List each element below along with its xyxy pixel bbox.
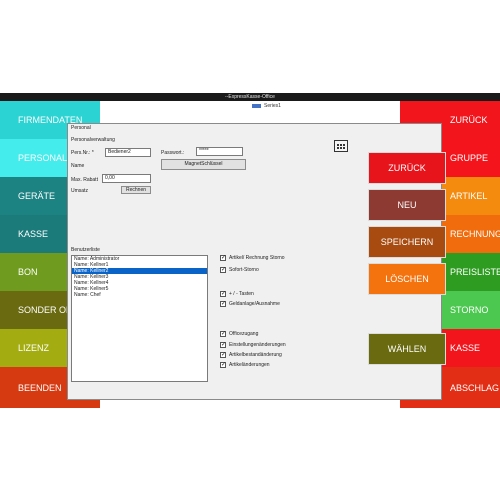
persnr-input[interactable]: Bediener2: [105, 148, 151, 157]
checkbox-icon[interactable]: ✓: [220, 301, 226, 307]
userlist-label: Benutzerliste: [71, 247, 100, 253]
password-input[interactable]: *****: [196, 147, 243, 156]
password-label: Passwort.:: [161, 150, 185, 156]
personal-dialog: Personal Personalverwaltung Pers.Nr.: * …: [67, 123, 446, 400]
keyboard-icon[interactable]: [334, 140, 348, 152]
checkbox-icon[interactable]: ✓: [220, 267, 226, 273]
rabatt-label: Max. Rabatt: [71, 177, 98, 183]
checkbox-artikelbestand[interactable]: ✓ Artikelbestandänderung: [220, 352, 282, 358]
checkbox-icon[interactable]: ✓: [220, 331, 226, 337]
persnr-label: Pers.Nr.: *: [71, 150, 94, 156]
application-screen: --ExpressKasse-Office Series1 FIRMENDATE…: [0, 93, 500, 408]
chart-legend: Series1: [252, 103, 281, 109]
dialog-title: Personal: [71, 125, 91, 131]
rechnen-button[interactable]: Rechnen: [121, 186, 151, 194]
window-title: --ExpressKasse-Office: [0, 93, 500, 101]
checkbox-icon[interactable]: ✓: [220, 291, 226, 297]
legend-label: Series1: [264, 103, 281, 109]
checkbox-officezugang[interactable]: ✓ Officezugang: [220, 331, 258, 337]
magnet-key-button[interactable]: MagnetSchlüssel: [161, 159, 246, 170]
group-label: Personalverwaltung: [71, 137, 115, 143]
checkbox-icon[interactable]: ✓: [220, 255, 226, 261]
checkbox-einstellungen[interactable]: ✓ Einstellungenänderungen: [220, 342, 286, 348]
checkbox-artikelaenderungen[interactable]: ✓ Artikeländerungen: [220, 362, 270, 368]
checkbox-icon[interactable]: ✓: [220, 362, 226, 368]
legend-swatch: [252, 104, 261, 108]
user-list[interactable]: Name: Administrator Name: Kellner1 Name:…: [71, 255, 208, 382]
list-item[interactable]: Name: Chef: [72, 292, 207, 298]
checkbox-icon[interactable]: ✓: [220, 342, 226, 348]
waehlen-button[interactable]: WÄHLEN: [368, 333, 446, 365]
neu-button[interactable]: NEU: [368, 189, 446, 221]
checkbox-icon[interactable]: ✓: [220, 352, 226, 358]
checkbox-plus-minus[interactable]: ✓ + / - Tasten: [220, 291, 254, 297]
zurueck-button[interactable]: ZURÜCK: [368, 152, 446, 184]
loeschen-button[interactable]: LÖSCHEN: [368, 263, 446, 295]
checkbox-sofort-storno[interactable]: ✓ Sofort-Storno: [220, 267, 259, 273]
speichern-button[interactable]: SPEICHERN: [368, 226, 446, 258]
checkbox-geldanlage[interactable]: ✓ Geldanlage/Ausnahme: [220, 301, 280, 307]
name-label: Name: [71, 163, 85, 169]
umsatz-label: Umsatz: [71, 188, 88, 194]
checkbox-artikel-storno[interactable]: ✓ Artikel/ Rechnung Storno: [220, 255, 285, 261]
rabatt-input[interactable]: 0,00: [102, 174, 151, 183]
